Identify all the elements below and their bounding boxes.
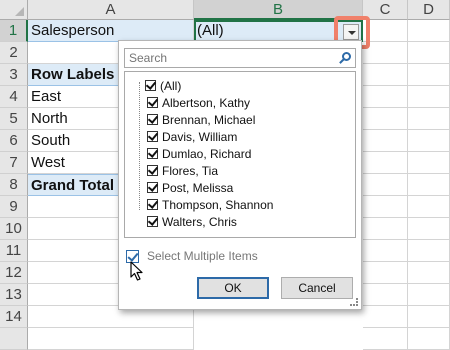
row-header-4[interactable]: 4: [0, 86, 28, 108]
checkbox-checked-icon[interactable]: [147, 114, 158, 125]
filter-item-label: (All): [160, 78, 182, 93]
cell-d13[interactable]: [408, 284, 450, 306]
row-header-7[interactable]: 7: [0, 152, 28, 174]
row-header-15[interactable]: [0, 328, 28, 350]
cell-d2[interactable]: [408, 42, 450, 64]
search-icon[interactable]: [342, 52, 351, 61]
checkbox-checked-icon[interactable]: [145, 80, 156, 91]
filter-item-all[interactable]: (All): [145, 77, 181, 94]
row-header-1[interactable]: 1: [0, 20, 28, 42]
tree-connector-line: [139, 82, 141, 210]
cell-d4[interactable]: [408, 86, 450, 108]
cell-d9[interactable]: [408, 196, 450, 218]
row-header-9[interactable]: 9: [0, 196, 28, 218]
select-multiple-items-label: Select Multiple Items: [147, 249, 258, 263]
checkbox-checked-icon[interactable]: [147, 216, 158, 227]
cell-c9[interactable]: [363, 196, 408, 218]
filter-item-list: (All) Albertson, Kathy Brennan, Michael …: [124, 71, 356, 238]
cell-c4[interactable]: [363, 86, 408, 108]
filter-item-label: Albertson, Kathy: [162, 95, 251, 110]
row-header-2[interactable]: 2: [0, 42, 28, 64]
column-header-a[interactable]: A: [28, 0, 194, 20]
cell-d8[interactable]: [408, 174, 450, 196]
cell-d7[interactable]: [408, 152, 450, 174]
row-header-5[interactable]: 5: [0, 108, 28, 130]
cell-d12[interactable]: [408, 262, 450, 284]
filter-item-label: Davis, William: [162, 129, 238, 144]
resize-grip-icon[interactable]: [350, 298, 358, 306]
cell-a1[interactable]: Salesperson: [28, 20, 194, 42]
cell-a15[interactable]: [28, 328, 194, 350]
filter-item[interactable]: Brennan, Michael: [147, 111, 255, 128]
filter-item-label: Thompson, Shannon: [162, 197, 274, 212]
search-input[interactable]: [125, 49, 338, 67]
mouse-pointer-icon: [130, 261, 143, 281]
cell-d3[interactable]: [408, 64, 450, 86]
cell-c10[interactable]: [363, 218, 408, 240]
row-header-3[interactable]: 3: [0, 64, 28, 86]
cell-c3[interactable]: [363, 64, 408, 86]
cell-c7[interactable]: [363, 152, 408, 174]
row-header-8[interactable]: 8: [0, 174, 28, 196]
checkbox-checked-icon[interactable]: [147, 199, 158, 210]
select-all-corner[interactable]: [0, 0, 28, 20]
filter-item-label: Dumlao, Richard: [162, 146, 252, 161]
cell-d10[interactable]: [408, 218, 450, 240]
filter-item[interactable]: Walters, Chris: [147, 213, 237, 230]
cell-c15[interactable]: [363, 328, 408, 350]
ok-button[interactable]: OK: [197, 277, 269, 299]
cancel-button[interactable]: Cancel: [281, 277, 353, 299]
row-header-14[interactable]: 14: [0, 306, 28, 328]
cell-c11[interactable]: [363, 240, 408, 262]
checkbox-checked-icon[interactable]: [147, 182, 158, 193]
cell-c5[interactable]: [363, 108, 408, 130]
cell-d11[interactable]: [408, 240, 450, 262]
row-header-13[interactable]: 13: [0, 284, 28, 306]
filter-item[interactable]: Post, Melissa: [147, 179, 233, 196]
checkbox-checked-icon[interactable]: [147, 131, 158, 142]
column-header-d[interactable]: D: [408, 0, 450, 20]
row-header-6[interactable]: 6: [0, 130, 28, 152]
cell-d14[interactable]: [408, 306, 450, 328]
filter-item[interactable]: Flores, Tia: [147, 162, 218, 179]
row-header-12[interactable]: 12: [0, 262, 28, 284]
filter-item-label: Flores, Tia: [162, 163, 219, 178]
filter-popup: (All) Albertson, Kathy Brennan, Michael …: [118, 40, 362, 310]
cell-d15[interactable]: [408, 328, 450, 350]
cell-d1[interactable]: [408, 20, 450, 42]
filter-item[interactable]: Thompson, Shannon: [147, 196, 273, 213]
cell-c14[interactable]: [363, 306, 408, 328]
column-header-c[interactable]: C: [363, 0, 408, 20]
checkbox-checked-icon[interactable]: [147, 97, 158, 108]
cell-d6[interactable]: [408, 130, 450, 152]
search-box: [124, 48, 356, 68]
select-multiple-items-option[interactable]: Select Multiple Items: [126, 249, 258, 263]
checkbox-checked-icon[interactable]: [147, 148, 158, 159]
row-header-11[interactable]: 11: [0, 240, 28, 262]
cell-c6[interactable]: [363, 130, 408, 152]
filter-item[interactable]: Albertson, Kathy: [147, 94, 250, 111]
cell-d5[interactable]: [408, 108, 450, 130]
checkbox-checked-icon[interactable]: [147, 165, 158, 176]
filter-item-label: Walters, Chris: [162, 214, 237, 229]
filter-item-label: Post, Melissa: [162, 180, 234, 195]
filter-item[interactable]: Dumlao, Richard: [147, 145, 251, 162]
row-header-10[interactable]: 10: [0, 218, 28, 240]
cell-c8[interactable]: [363, 174, 408, 196]
filter-item[interactable]: Davis, William: [147, 128, 237, 145]
filter-item-label: Brennan, Michael: [162, 112, 256, 127]
cell-c13[interactable]: [363, 284, 408, 306]
cell-c12[interactable]: [363, 262, 408, 284]
